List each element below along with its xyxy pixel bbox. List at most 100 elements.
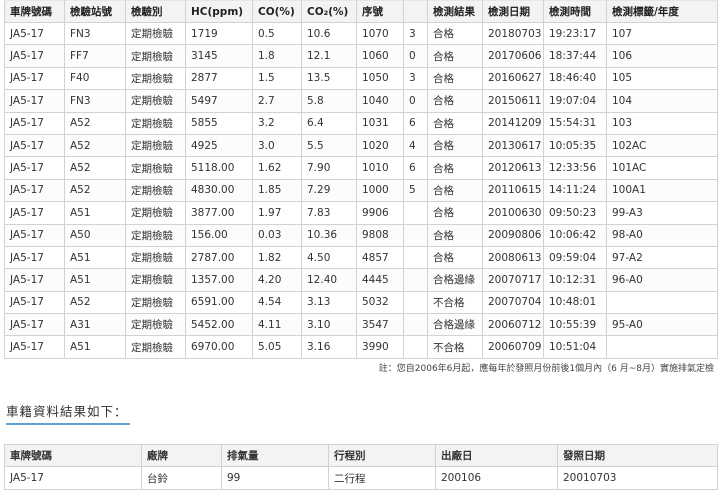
- table-cell: 定期檢驗: [125, 201, 186, 225]
- table-cell: A52: [64, 156, 126, 180]
- table-cell: 1010: [356, 156, 404, 180]
- table-cell: 合格邊緣: [427, 313, 483, 337]
- inspection-row: JA5-17 A51 定期檢驗 3877.00 1.97 7.83 9906 合格 201006…: [4, 201, 718, 225]
- table-cell: 定期檢驗: [125, 44, 186, 68]
- table-cell: 二行程: [328, 466, 436, 490]
- inspection-row: JA5-17 A52 定期檢驗 6591.00 4.54 3.13 5032 不合格 20070…: [4, 290, 718, 315]
- table-cell: JA5-17: [4, 89, 65, 113]
- table-cell: 6970.00: [185, 335, 253, 359]
- column-header: 車牌號碼: [4, 444, 142, 467]
- table-cell: 3.16: [301, 335, 357, 359]
- column-header: 出廠日: [435, 444, 558, 467]
- vehicle-table-body: JA5-17 台鈴 99 二行程 200106 20010703: [4, 466, 718, 490]
- column-header: 行程別: [328, 444, 436, 467]
- table-cell: 1050: [356, 66, 404, 91]
- table-cell: 3.10: [301, 313, 357, 337]
- table-cell: 20100630: [482, 201, 544, 225]
- table-cell: A51: [64, 335, 126, 359]
- table-cell: 3: [403, 66, 428, 91]
- table-cell: 19:07:04: [543, 89, 607, 113]
- column-header: 序號: [356, 0, 404, 23]
- table-cell: 14:11:24: [543, 178, 607, 203]
- column-header: CO₂(%): [301, 0, 357, 23]
- table-cell: 5: [403, 178, 428, 203]
- table-cell: 1040: [356, 89, 404, 113]
- table-cell: 2.7: [252, 89, 302, 113]
- table-cell: 7.83: [301, 201, 357, 225]
- table-cell: 定期檢驗: [125, 66, 186, 91]
- table-cell: 7.90: [301, 156, 357, 180]
- table-cell: 20160627: [482, 66, 544, 91]
- table-cell: 9808: [356, 223, 404, 247]
- table-cell: 101AC: [606, 156, 718, 180]
- table-cell: 定期檢驗: [125, 223, 186, 247]
- table-cell: [403, 290, 428, 315]
- table-cell: A52: [64, 111, 126, 135]
- table-cell: 合格: [427, 201, 483, 225]
- table-cell: 10.6: [301, 21, 357, 46]
- table-cell: 107: [606, 21, 718, 46]
- column-header: 檢測結果: [427, 0, 483, 23]
- table-cell: 102AC: [606, 133, 718, 158]
- table-cell: 99-A3: [606, 201, 718, 225]
- table-cell: 定期檢驗: [125, 313, 186, 337]
- table-cell: 不合格: [427, 335, 483, 359]
- table-cell: JA5-17: [4, 111, 65, 135]
- inspection-row: JA5-17 A51 定期檢驗 1357.00 4.20 12.40 4445 合格邊緣 200…: [4, 268, 718, 292]
- table-cell: 10:48:01: [543, 290, 607, 315]
- table-cell: F40: [64, 66, 126, 91]
- table-cell: 3.2: [252, 111, 302, 135]
- table-cell: 5497: [185, 89, 253, 113]
- table-cell: A51: [64, 245, 126, 270]
- table-cell: 1.62: [252, 156, 302, 180]
- table-cell: 定期檢驗: [125, 290, 186, 315]
- column-header: 檢驗別: [125, 0, 186, 23]
- table-cell: 156.00: [185, 223, 253, 247]
- table-cell: 20141209: [482, 111, 544, 135]
- table-cell: FF7: [64, 44, 126, 68]
- inspection-row: JA5-17 A52 定期檢驗 5118.00 1.62 7.90 1010 6 合格 20120…: [4, 156, 718, 180]
- table-cell: 0: [403, 44, 428, 68]
- table-cell: 12:33:56: [543, 156, 607, 180]
- table-cell: 1070: [356, 21, 404, 46]
- table-cell: 18:37:44: [543, 44, 607, 68]
- inspection-row: JA5-17 A52 定期檢驗 4925 3.0 5.5 1020 4 合格 20130617 10…: [4, 133, 718, 158]
- table-cell: FN3: [64, 21, 126, 46]
- table-cell: JA5-17: [4, 21, 65, 46]
- table-cell: 3145: [185, 44, 253, 68]
- table-cell: 200106: [435, 466, 558, 490]
- table-cell: 1.8: [252, 44, 302, 68]
- table-cell: 2877: [185, 66, 253, 91]
- table-cell: 5.5: [301, 133, 357, 158]
- table-cell: 10:12:31: [543, 268, 607, 292]
- inspection-row: JA5-17 FN3 定期檢驗 5497 2.7 5.8 1040 0 合格 20150611 19…: [4, 89, 718, 113]
- inspection-note: 註：您自2006年6月起，應每年於發照月份前後1個月內（6 月~8月）實施排氣定…: [378, 364, 714, 374]
- table-cell: 4: [403, 133, 428, 158]
- table-cell: 1060: [356, 44, 404, 68]
- table-cell: 5855: [185, 111, 253, 135]
- table-cell: 1719: [185, 21, 253, 46]
- table-cell: 12.1: [301, 44, 357, 68]
- table-cell: 1357.00: [185, 268, 253, 292]
- table-cell: 20070717: [482, 268, 544, 292]
- table-cell: 7.29: [301, 178, 357, 203]
- table-cell: 20070704: [482, 290, 544, 315]
- table-cell: 10.36: [301, 223, 357, 247]
- inspection-row: JA5-17 A31 定期檢驗 5452.00 4.11 3.10 3547 合格邊緣 2006…: [4, 313, 718, 337]
- table-cell: 20060712: [482, 313, 544, 337]
- column-header: 檢測日期: [482, 0, 544, 23]
- table-cell: 99: [221, 466, 329, 490]
- table-cell: 105: [606, 66, 718, 91]
- table-cell: 104: [606, 89, 718, 113]
- table-cell: 4.11: [252, 313, 302, 337]
- inspection-row: JA5-17 A50 定期檢驗 156.00 0.03 10.36 9808 合格 200908…: [4, 223, 718, 247]
- table-cell: JA5-17: [4, 66, 65, 91]
- table-cell: 6.4: [301, 111, 357, 135]
- table-cell: 0: [403, 89, 428, 113]
- table-cell: A31: [64, 313, 126, 337]
- table-cell: 3.0: [252, 133, 302, 158]
- table-cell: 1.82: [252, 245, 302, 270]
- inspection-row: JA5-17 FN3 定期檢驗 1719 0.5 10.6 1070 3 合格 20180703 1…: [4, 21, 718, 46]
- table-cell: 95-A0: [606, 313, 718, 337]
- table-cell: 1020: [356, 133, 404, 158]
